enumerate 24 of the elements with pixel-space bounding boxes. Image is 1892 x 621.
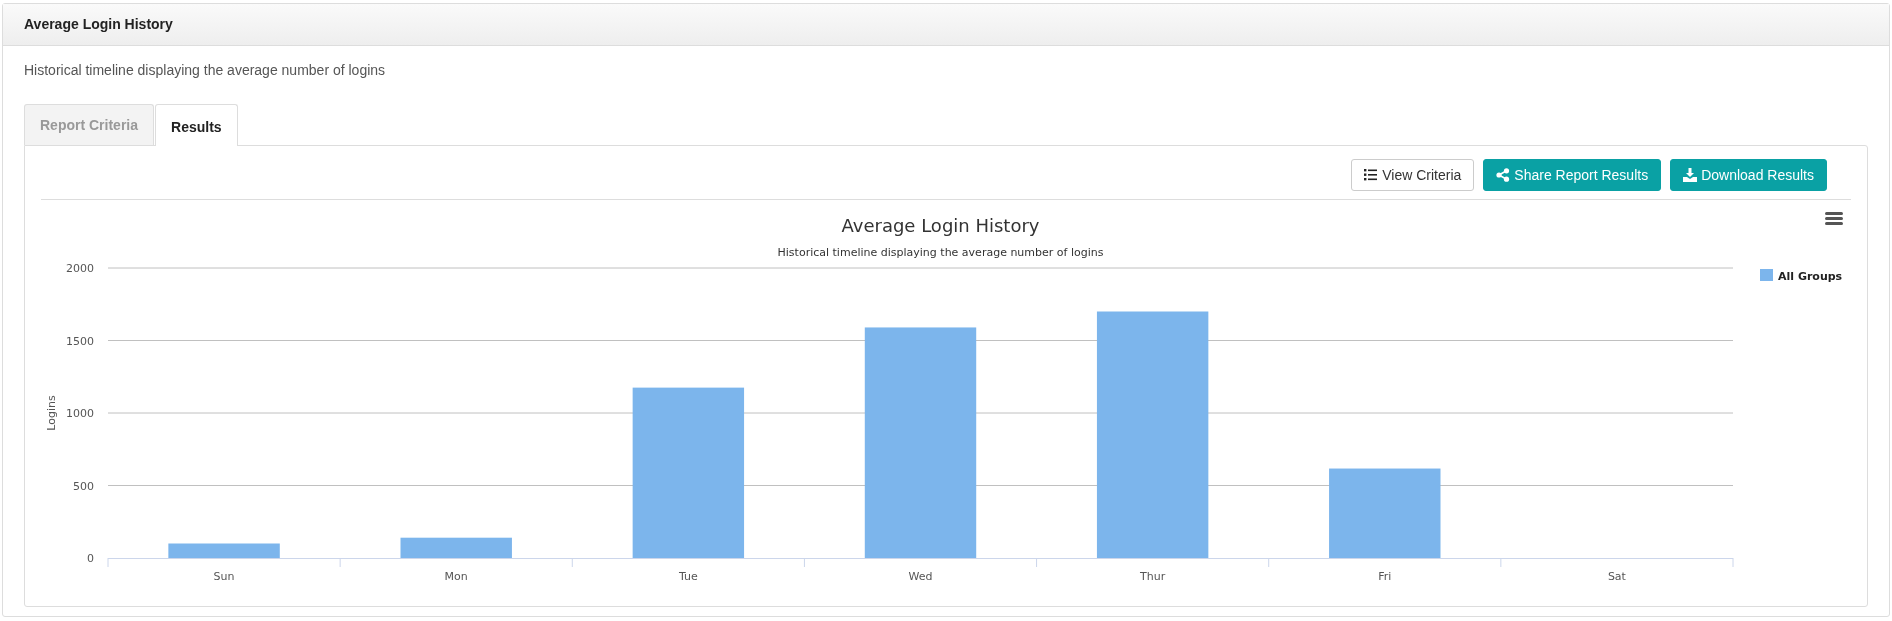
legend-label[interactable]: All Groups: [1778, 270, 1843, 283]
x-tick-label: Wed: [908, 570, 933, 583]
download-icon: [1683, 168, 1698, 182]
list-icon: [1364, 168, 1379, 182]
chart-subtitle: Historical timeline displaying the average number of logins: [777, 246, 1104, 259]
panel-description: Historical timeline displaying the average number of logins: [24, 62, 386, 78]
tab[interactable]: Results: [155, 104, 238, 146]
x-tick-label: Thur: [1140, 570, 1166, 583]
toolbar-button[interactable]: View Criteria: [1351, 159, 1475, 191]
panel-title: Average Login History: [3, 4, 1889, 46]
x-tick-label: Sun: [213, 570, 235, 583]
x-tick-label: Mon: [444, 570, 468, 583]
x-tick-label: Sat: [1607, 570, 1626, 583]
share-icon: [1496, 168, 1511, 182]
x-tick-label: Fri: [1378, 570, 1392, 583]
chart-title: Average Login History: [841, 215, 1040, 236]
y-tick-label: 2000: [66, 262, 94, 275]
y-axis-title: Logins: [45, 395, 58, 431]
y-tick-label: 500: [73, 479, 94, 493]
y-tick-label: 1500: [66, 334, 94, 348]
y-tick-label: 0: [87, 552, 94, 565]
x-tick-label: Tue: [678, 570, 698, 583]
y-tick-label: 1000: [66, 407, 94, 420]
menu-icon[interactable]: [1825, 212, 1843, 226]
